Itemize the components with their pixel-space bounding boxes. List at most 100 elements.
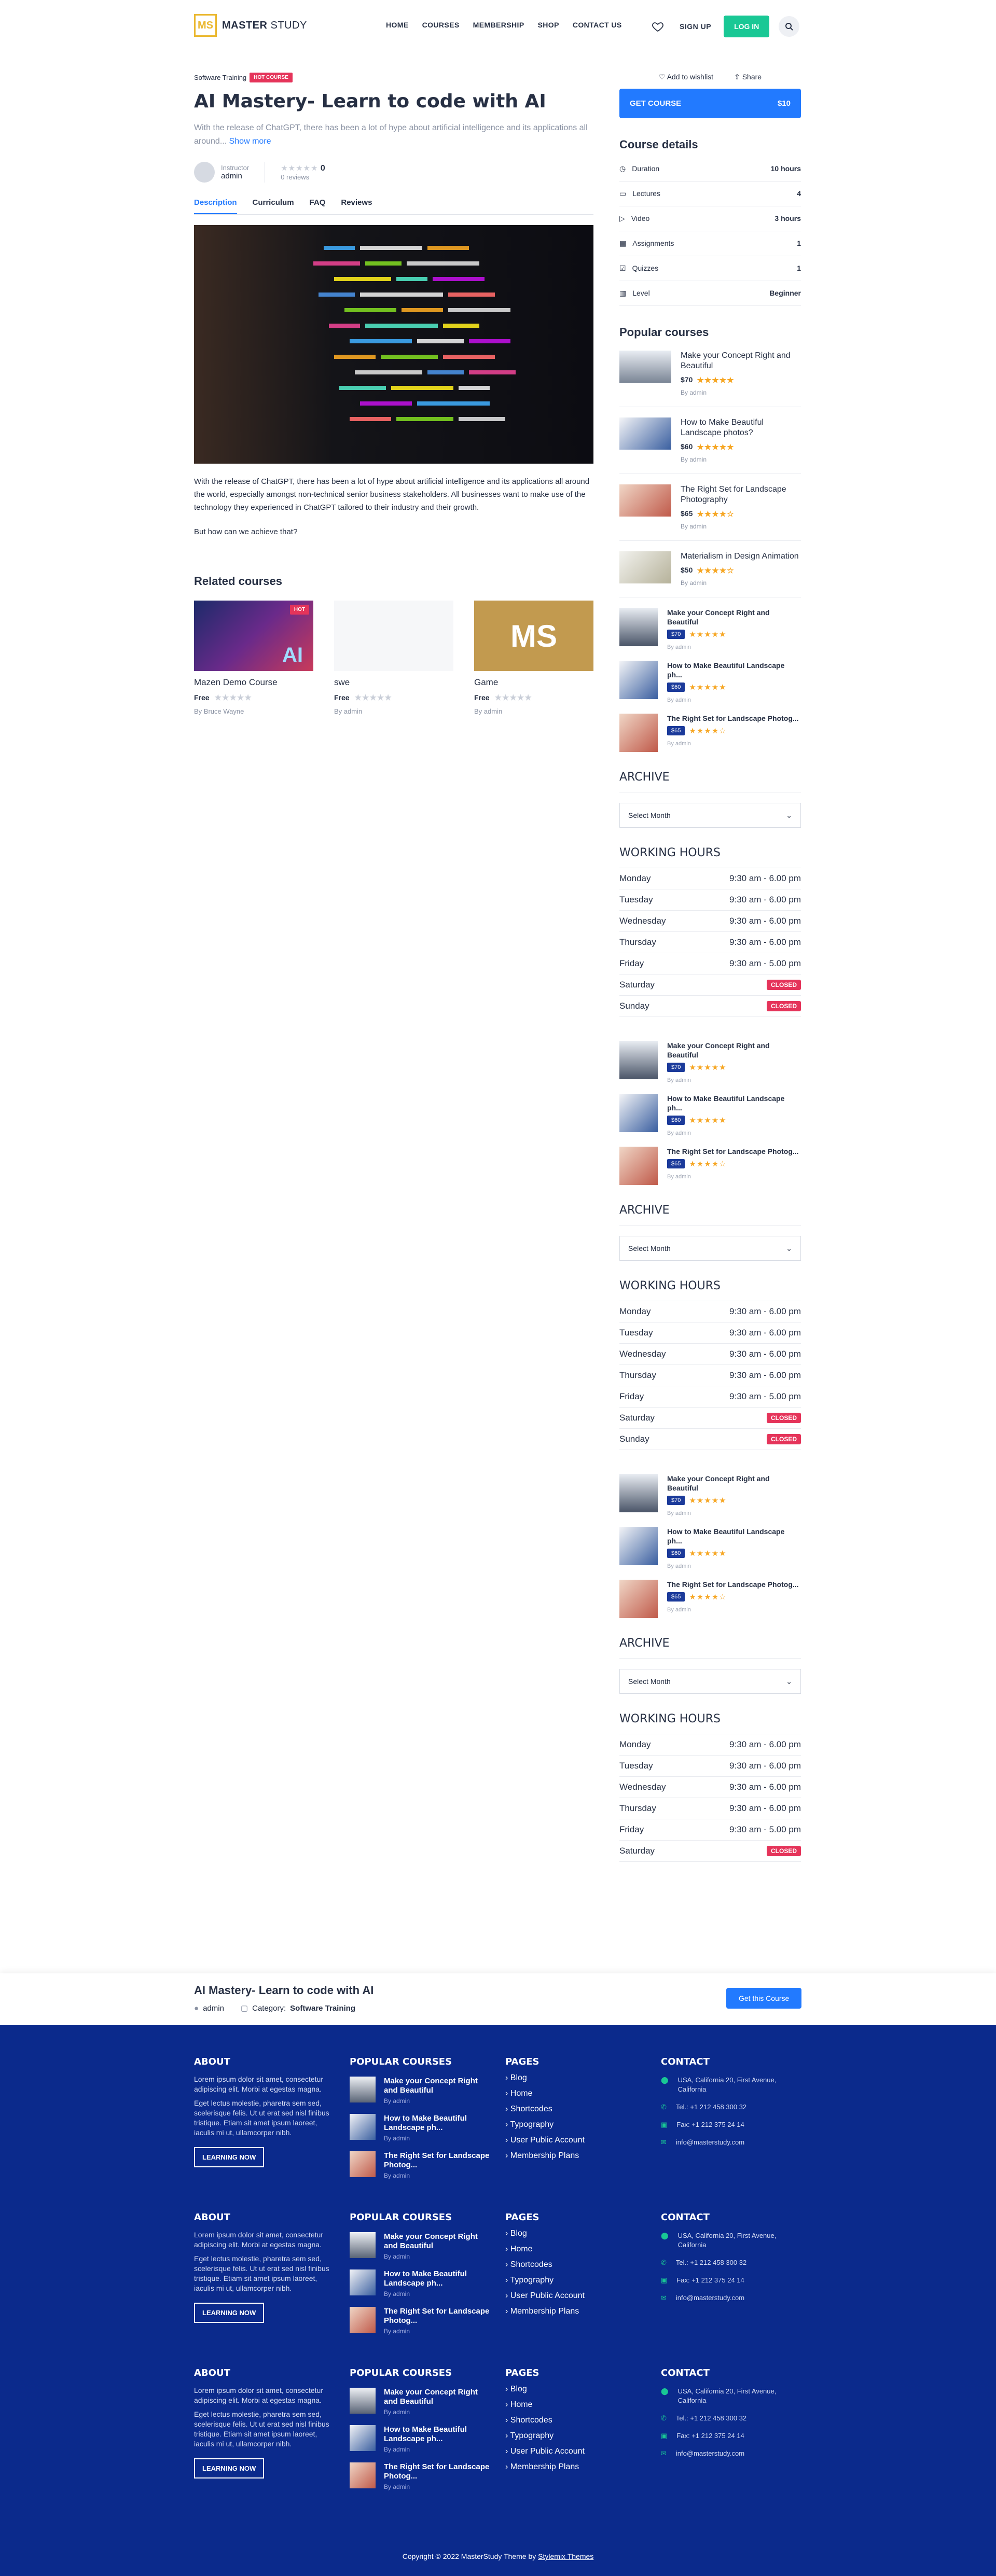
footer-course[interactable]: Make your Concept Right and Beautiful By … <box>350 2232 490 2260</box>
popular-course[interactable]: Materialism in Design Animation $50 ★★★★☆ B… <box>619 541 801 597</box>
share-link[interactable]: ⇪ Share <box>734 73 762 81</box>
sticky-category[interactable]: Software Training <box>290 2004 355 2013</box>
archive-select[interactable]: Select Month ⌄ <box>619 1669 801 1694</box>
related-course-card[interactable]: HOT AI Mazen Demo Course Free ★★★★★ By Br… <box>194 601 313 715</box>
wishlist-link[interactable]: ♡ Add to wishlist <box>659 73 713 81</box>
footer-link[interactable]: › Shortcodes <box>505 2416 645 2425</box>
tab-curriculum[interactable]: Curriculum <box>253 198 294 214</box>
footer-link[interactable]: › Membership Plans <box>505 2151 645 2161</box>
get-this-course-button[interactable]: Get this Course <box>726 1988 802 2009</box>
footer-course[interactable]: How to Make Beautiful Landscape ph... By … <box>350 2114 490 2142</box>
widget-course[interactable]: How to Make Beautiful Landscape ph... $60… <box>619 661 801 703</box>
course-title[interactable]: How to Make Beautiful Landscape photos? <box>681 417 801 438</box>
footer-course[interactable]: The Right Set for Landscape Photog... By … <box>350 2462 490 2490</box>
related-heading: Related courses <box>194 575 282 588</box>
footer-course[interactable]: How to Make Beautiful Landscape ph... By … <box>350 2269 490 2297</box>
footer-link[interactable]: › Blog <box>505 2229 645 2238</box>
nav-shop[interactable]: SHOP <box>538 21 559 29</box>
learning-now-button[interactable]: LEARNING NOW <box>194 2303 265 2323</box>
signup-link[interactable]: SIGN UP <box>680 22 711 31</box>
widget-course[interactable]: How to Make Beautiful Landscape ph... $60… <box>619 1094 801 1136</box>
related-course-card[interactable]: swe Free ★★★★★ By admin <box>334 601 453 715</box>
email-link[interactable]: info@masterstudy.com <box>676 2138 744 2147</box>
widget-course[interactable]: Make your Concept Right and Beautiful $70… <box>619 608 801 650</box>
related-course-card[interactable]: MS Game Free ★★★★★ By admin <box>474 601 593 715</box>
rating-stars: ★★★★★ <box>281 164 319 173</box>
course-title[interactable]: Make your Concept Right and Beautiful <box>667 1474 801 1493</box>
tab-description[interactable]: Description <box>194 198 237 214</box>
widget-course[interactable]: The Right Set for Landscape Photog... $65… <box>619 714 801 752</box>
show-more-link[interactable]: Show more <box>229 137 271 146</box>
archive-heading: ARCHIVE <box>619 1637 801 1659</box>
course-title[interactable]: How to Make Beautiful Landscape ph... <box>667 1527 801 1545</box>
stylemix-link[interactable]: Stylemix Themes <box>538 2552 593 2560</box>
get-course-button[interactable]: GET COURSE $10 <box>619 89 801 118</box>
course-title[interactable]: Materialism in Design Animation <box>681 551 799 562</box>
footer-course[interactable]: The Right Set for Landscape Photog... By … <box>350 2307 490 2335</box>
widget-course[interactable]: How to Make Beautiful Landscape ph... $60… <box>619 1527 801 1569</box>
popular-course[interactable]: How to Make Beautiful Landscape photos? $… <box>619 407 801 474</box>
widget-course[interactable]: The Right Set for Landscape Photog... $65… <box>619 1147 801 1185</box>
search-button[interactable] <box>779 16 800 37</box>
popular-heading: POPULAR COURSES <box>350 2368 452 2378</box>
footer-link[interactable]: › User Public Account <box>505 2447 645 2456</box>
course-title[interactable]: The Right Set for Landscape Photog... <box>667 1580 799 1589</box>
footer-link[interactable]: › Home <box>505 2089 645 2098</box>
archive-select[interactable]: Select Month ⌄ <box>619 803 801 828</box>
footer-link[interactable]: › Home <box>505 2400 645 2410</box>
widget-course[interactable]: Make your Concept Right and Beautiful $70… <box>619 1041 801 1083</box>
footer-course[interactable]: The Right Set for Landscape Photog... By … <box>350 2151 490 2179</box>
footer-pages: PAGES › Blog › Home › Shortcodes › Typog… <box>505 2212 645 2316</box>
instructor-name[interactable]: admin <box>221 172 249 180</box>
nav-contact[interactable]: CONTACT US <box>573 21 622 29</box>
footer-course[interactable]: Make your Concept Right and Beautiful By … <box>350 2388 490 2416</box>
footer-course[interactable]: How to Make Beautiful Landscape ph... By … <box>350 2425 490 2453</box>
course-thumbnail <box>619 417 671 450</box>
heart-icon[interactable] <box>652 20 664 33</box>
footer-course[interactable]: Make your Concept Right and Beautiful By … <box>350 2077 490 2105</box>
course-title[interactable]: The Right Set for Landscape Photog... <box>667 714 799 723</box>
popular-course[interactable]: The Right Set for Landscape Photography $… <box>619 474 801 541</box>
course-title[interactable]: How to Make Beautiful Landscape ph... <box>667 661 801 679</box>
learning-now-button[interactable]: LEARNING NOW <box>194 2147 265 2167</box>
learning-now-button[interactable]: LEARNING NOW <box>194 2458 265 2478</box>
archive-select[interactable]: Select Month ⌄ <box>619 1236 801 1261</box>
footer-link[interactable]: › Typography <box>505 2120 645 2129</box>
pages-heading: PAGES <box>505 2056 540 2067</box>
footer-link[interactable]: › Blog <box>505 2385 645 2394</box>
tab-reviews[interactable]: Reviews <box>341 198 372 214</box>
email-link[interactable]: info@masterstudy.com <box>676 2293 744 2303</box>
tab-faq[interactable]: FAQ <box>310 198 326 214</box>
popular-course[interactable]: Make your Concept Right and Beautiful $70… <box>619 340 801 407</box>
course-title[interactable]: Make your Concept Right and Beautiful <box>667 1041 801 1060</box>
footer-link[interactable]: › Shortcodes <box>505 2105 645 2114</box>
nav-home[interactable]: HOME <box>386 21 409 29</box>
footer-link[interactable]: › User Public Account <box>505 2291 645 2301</box>
course-title[interactable]: swe <box>334 677 453 688</box>
sticky-author[interactable]: admin <box>203 2004 224 2013</box>
footer-link[interactable]: › Membership Plans <box>505 2307 645 2316</box>
nav-membership[interactable]: MEMBERSHIP <box>473 21 524 29</box>
reviews-count: 0 reviews <box>281 173 310 181</box>
footer-link[interactable]: › Typography <box>505 2431 645 2441</box>
nav-courses[interactable]: COURSES <box>422 21 460 29</box>
footer-link[interactable]: › User Public Account <box>505 2136 645 2145</box>
email-link[interactable]: info@masterstudy.com <box>676 2449 744 2458</box>
course-title[interactable]: Mazen Demo Course <box>194 677 313 688</box>
course-title[interactable]: The Right Set for Landscape Photography <box>681 484 801 505</box>
site-logo[interactable]: MS MASTER STUDY <box>194 14 307 37</box>
course-title[interactable]: Game <box>474 677 593 688</box>
course-title[interactable]: Make your Concept Right and Beautiful <box>667 608 801 626</box>
widget-course[interactable]: The Right Set for Landscape Photog... $65… <box>619 1580 801 1618</box>
footer-link[interactable]: › Shortcodes <box>505 2260 645 2269</box>
course-title[interactable]: Make your Concept Right and Beautiful <box>681 351 801 371</box>
widget-course[interactable]: Make your Concept Right and Beautiful $70… <box>619 1474 801 1516</box>
course-title[interactable]: How to Make Beautiful Landscape ph... <box>667 1094 801 1112</box>
login-button[interactable]: LOG IN <box>724 16 770 37</box>
footer-link[interactable]: › Blog <box>505 2073 645 2083</box>
category-link[interactable]: Software Training <box>194 74 246 81</box>
footer-link[interactable]: › Typography <box>505 2276 645 2285</box>
footer-link[interactable]: › Membership Plans <box>505 2462 645 2472</box>
footer-link[interactable]: › Home <box>505 2245 645 2254</box>
course-title[interactable]: The Right Set for Landscape Photog... <box>667 1147 799 1156</box>
